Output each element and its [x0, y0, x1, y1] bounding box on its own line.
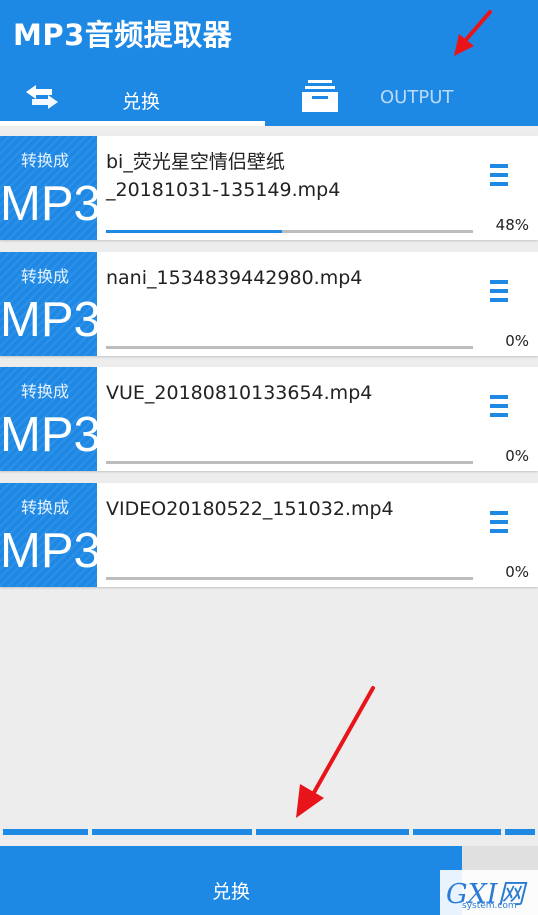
badge-convert-label: 转换成 [20, 151, 69, 170]
app-title: MP3音频提取器 [13, 18, 233, 52]
badge-convert-label: 转换成 [20, 382, 69, 401]
tab-output-label: OUTPUT [380, 87, 454, 108]
progress-bar [106, 577, 473, 580]
tab-bar: 兑换 OUTPUT [0, 67, 538, 126]
annotation-arrow-bottom [296, 686, 375, 818]
badge-convert-label: 转换成 [20, 498, 69, 517]
file-name: nani_1534839442980.mp4 [106, 267, 363, 289]
convert-button-label: 兑换 [211, 881, 250, 903]
progress-percent: 0% [505, 332, 529, 350]
badge-format-label: MP3 [0, 177, 101, 231]
file-name: VUE_20180810133654.mp4 [106, 382, 373, 404]
badge-format-label: MP3 [0, 408, 101, 462]
menu-icon[interactable] [490, 164, 508, 186]
tab-convert-label: 兑换 [122, 91, 161, 113]
file-card[interactable]: 转换成 MP3 VIDEO20180522_151032.mp4 0% [0, 483, 538, 587]
mp3-badge: 转换成 MP3 [0, 252, 101, 356]
swap-icon [26, 85, 58, 109]
file-name: VIDEO20180522_151032.mp4 [106, 498, 394, 520]
badge-format-label: MP3 [0, 293, 101, 347]
progress-percent: 48% [495, 216, 529, 234]
badge-format-label: MP3 [0, 524, 101, 578]
stack-icon [302, 80, 338, 112]
menu-icon[interactable] [490, 511, 508, 533]
file-card[interactable]: 转换成 MP3 VUE_20180810133654.mp4 0% [0, 367, 538, 471]
progress-percent: 0% [505, 563, 529, 581]
file-card[interactable]: 转换成 MP3 bi_荧光星空情侣壁纸 _20181031-135149.mp4… [0, 136, 538, 240]
progress-fill [106, 230, 283, 233]
bottom-indicator-lines [0, 829, 538, 835]
tab-output[interactable]: OUTPUT [265, 67, 538, 126]
mp3-badge: 转换成 MP3 [0, 483, 101, 587]
progress-bar [106, 461, 473, 464]
progress-percent: 0% [505, 447, 529, 465]
watermark-logo: GXI网 system.com [440, 870, 538, 915]
tab-active-indicator [0, 121, 265, 126]
watermark-subtext: system.com [462, 901, 517, 911]
menu-icon[interactable] [490, 395, 508, 417]
mp3-badge: 转换成 MP3 [0, 136, 101, 240]
file-card[interactable]: 转换成 MP3 nani_1534839442980.mp4 0% [0, 252, 538, 356]
file-name: bi_荧光星空情侣壁纸 _20181031-135149.mp4 [106, 151, 341, 201]
menu-icon[interactable] [490, 280, 508, 302]
progress-bar [106, 230, 473, 233]
badge-convert-label: 转换成 [20, 267, 69, 286]
annotation-arrow-top [454, 10, 492, 56]
progress-bar [106, 346, 473, 349]
tab-convert[interactable]: 兑换 [0, 67, 265, 126]
mp3-badge: 转换成 MP3 [0, 367, 101, 471]
convert-button[interactable]: 兑换 [0, 846, 462, 915]
